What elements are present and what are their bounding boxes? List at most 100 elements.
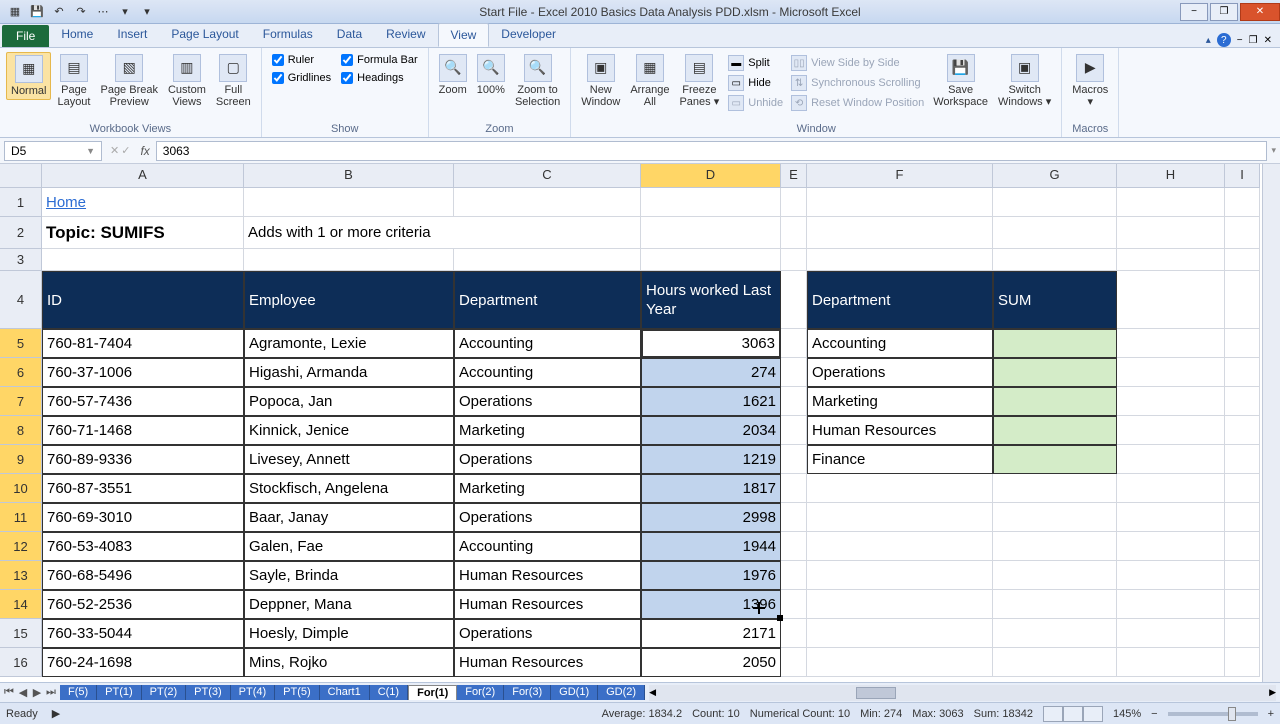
cell[interactable] <box>1117 648 1225 677</box>
cell-department[interactable]: Human Resources <box>454 648 641 677</box>
zoom-button[interactable]: 🔍Zoom <box>435 52 471 98</box>
cell[interactable] <box>1225 445 1260 474</box>
sheet-tab[interactable]: PT(4) <box>231 685 276 700</box>
sheet-tab[interactable]: PT(5) <box>275 685 320 700</box>
cell-department[interactable]: Operations <box>454 387 641 416</box>
cell-employee[interactable]: Mins, Rojko <box>244 648 454 677</box>
cell[interactable] <box>1225 188 1260 217</box>
cell[interactable] <box>781 329 807 358</box>
cell-employee[interactable]: Galen, Fae <box>244 532 454 561</box>
row-header[interactable]: 9 <box>0 445 42 474</box>
formula-input[interactable]: 3063 <box>156 141 1268 161</box>
name-box[interactable]: D5▼ <box>4 141 102 161</box>
tab-file[interactable]: File <box>2 25 49 47</box>
home-link[interactable]: Home <box>42 188 244 217</box>
cell-id[interactable]: 760-68-5496 <box>42 561 244 590</box>
view-shortcuts[interactable] <box>1043 706 1103 722</box>
row-header[interactable]: 7 <box>0 387 42 416</box>
cell-employee[interactable]: Hoesly, Dimple <box>244 619 454 648</box>
table-header[interactable]: Department <box>807 271 993 329</box>
undo-icon[interactable]: ↶ <box>50 3 68 21</box>
cells-area[interactable]: HomeTopic: SUMIFSAdds with 1 or more cri… <box>42 188 1260 677</box>
cell-sum[interactable] <box>993 387 1117 416</box>
cell-id[interactable]: 760-24-1698 <box>42 648 244 677</box>
row-header[interactable]: 1 <box>0 188 42 217</box>
cell[interactable] <box>993 474 1117 503</box>
cell-id[interactable]: 760-87-3551 <box>42 474 244 503</box>
cell[interactable] <box>1117 619 1225 648</box>
cell-summary-dept[interactable]: Accounting <box>807 329 993 358</box>
save-icon[interactable]: 💾 <box>28 3 46 21</box>
cell-employee[interactable]: Higashi, Armanda <box>244 358 454 387</box>
cell-summary-dept[interactable]: Operations <box>807 358 993 387</box>
zoom-level[interactable]: 145% <box>1113 708 1141 720</box>
cell-hours[interactable]: 274 <box>641 358 781 387</box>
maximize-button[interactable]: ❐ <box>1210 3 1238 21</box>
cell[interactable] <box>1225 561 1260 590</box>
save-workspace-button[interactable]: 💾Save Workspace <box>929 52 992 110</box>
cell-id[interactable]: 760-52-2536 <box>42 590 244 619</box>
cell-hours[interactable]: 1817 <box>641 474 781 503</box>
table-header[interactable]: ID <box>42 271 244 329</box>
column-header-B[interactable]: B <box>244 164 454 187</box>
cell[interactable] <box>1117 358 1225 387</box>
row-header[interactable]: 13 <box>0 561 42 590</box>
cell-department[interactable]: Marketing <box>454 474 641 503</box>
cell-employee[interactable]: Kinnick, Jenice <box>244 416 454 445</box>
cell[interactable] <box>993 249 1117 271</box>
cell[interactable] <box>807 503 993 532</box>
qat-btn[interactable]: ▾ <box>116 3 134 21</box>
cell-department[interactable]: Human Resources <box>454 590 641 619</box>
full-screen-button[interactable]: ▢Full Screen <box>212 52 255 110</box>
wb-minimize-icon[interactable]: − <box>1237 35 1243 46</box>
column-header-I[interactable]: I <box>1225 164 1260 187</box>
cell[interactable] <box>807 532 993 561</box>
sheet-tab[interactable]: GD(1) <box>551 685 598 700</box>
sheet-tab[interactable]: PT(1) <box>97 685 142 700</box>
cell-department[interactable]: Operations <box>454 619 641 648</box>
cell-department[interactable]: Accounting <box>454 358 641 387</box>
column-header-E[interactable]: E <box>781 164 807 187</box>
tab-review[interactable]: Review <box>374 23 437 47</box>
vertical-scrollbar[interactable] <box>1262 164 1280 682</box>
qat-btn[interactable]: ▾ <box>138 3 156 21</box>
page-layout-button[interactable]: ▤Page Layout <box>53 52 94 110</box>
cell[interactable] <box>1225 619 1260 648</box>
cell-hours[interactable]: 1621 <box>641 387 781 416</box>
select-all-corner[interactable] <box>0 164 42 188</box>
cell-id[interactable]: 760-37-1006 <box>42 358 244 387</box>
cell-hours[interactable]: 2050 <box>641 648 781 677</box>
custom-views-button[interactable]: ▥Custom Views <box>164 52 210 110</box>
zoom-slider[interactable] <box>1168 712 1258 716</box>
cell-employee[interactable]: Sayle, Brinda <box>244 561 454 590</box>
row-header[interactable]: 11 <box>0 503 42 532</box>
cell[interactable] <box>1225 387 1260 416</box>
cell-hours[interactable]: 1396 <box>641 590 781 619</box>
cell[interactable] <box>781 416 807 445</box>
cell[interactable] <box>1225 271 1260 329</box>
sync-scroll-button[interactable]: ⇅Synchronous Scrolling <box>788 74 927 92</box>
cell[interactable] <box>1117 387 1225 416</box>
cell[interactable] <box>1225 532 1260 561</box>
cell[interactable] <box>1117 188 1225 217</box>
cell[interactable] <box>781 188 807 217</box>
cell[interactable] <box>1117 532 1225 561</box>
sheet-tab[interactable]: For(1) <box>408 685 457 700</box>
cell-department[interactable]: Accounting <box>454 329 641 358</box>
cell-employee[interactable]: Livesey, Annett <box>244 445 454 474</box>
cell-id[interactable]: 760-81-7404 <box>42 329 244 358</box>
cell-sum[interactable] <box>993 416 1117 445</box>
sheet-tab[interactable]: PT(3) <box>186 685 231 700</box>
sheet-tab[interactable]: GD(2) <box>598 685 645 700</box>
cell[interactable] <box>1117 503 1225 532</box>
ruler-checkbox[interactable]: Ruler <box>268 52 335 68</box>
minimize-ribbon-icon[interactable]: ▴ <box>1206 35 1211 46</box>
cell-hours[interactable]: 2998 <box>641 503 781 532</box>
cell-id[interactable]: 760-89-9336 <box>42 445 244 474</box>
cell[interactable] <box>1117 271 1225 329</box>
cell[interactable] <box>993 561 1117 590</box>
cell[interactable] <box>1117 445 1225 474</box>
cell[interactable] <box>781 619 807 648</box>
topic-title[interactable]: Topic: SUMIFS <box>42 217 244 249</box>
expand-formula-icon[interactable]: ▾ <box>1267 145 1280 156</box>
